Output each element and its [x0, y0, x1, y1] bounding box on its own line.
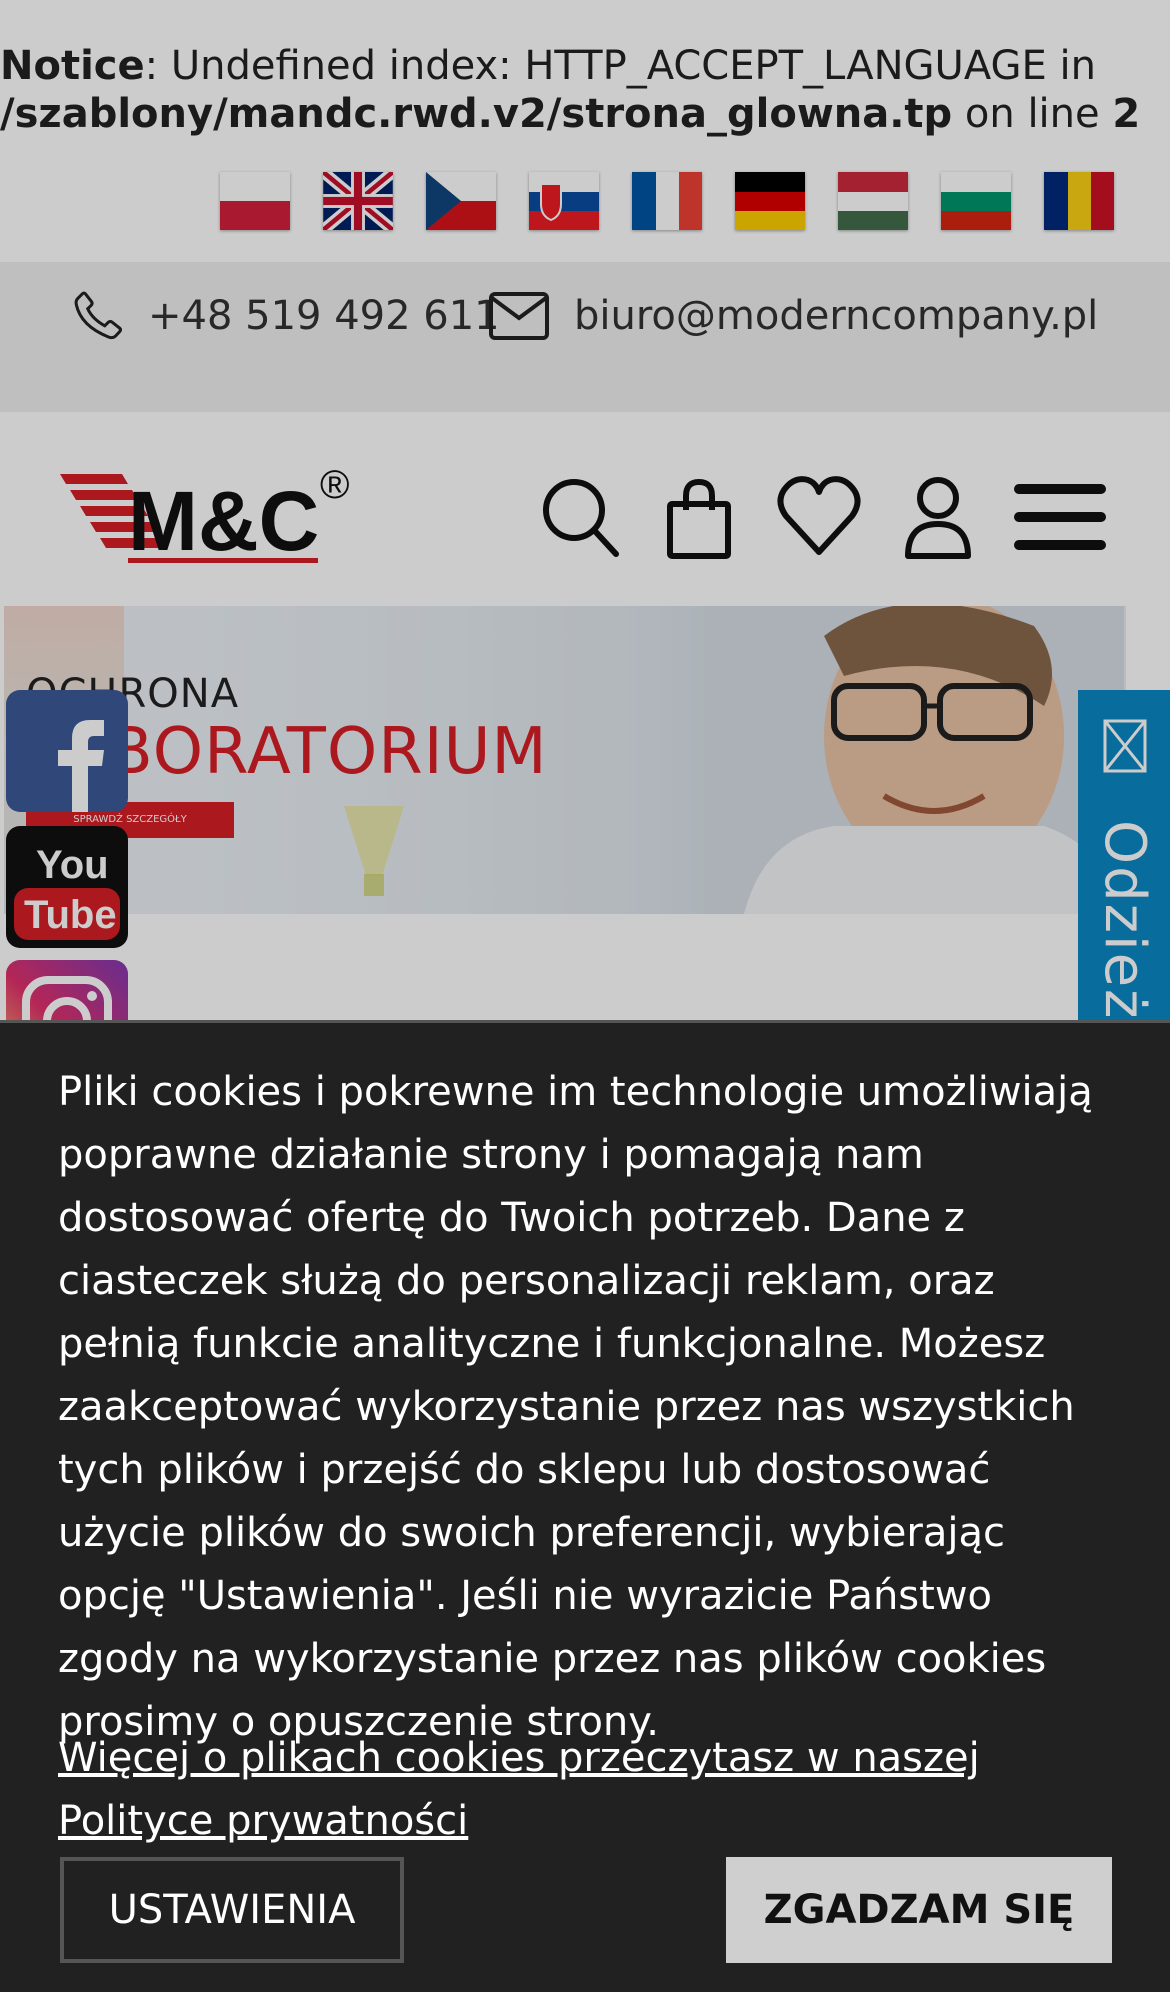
ro-flag-icon[interactable]: [1044, 172, 1114, 230]
cz-flag-icon[interactable]: [426, 172, 496, 230]
hero-banner[interactable]: OCHRONA LABORATORIUM SPRAWDŹ SZCZEGÓŁY: [4, 606, 1126, 914]
contact-bar: +48 519 492 611 biuro@moderncompany.pl: [0, 262, 1170, 412]
notice-line-number: 2: [1112, 91, 1141, 137]
agree-button[interactable]: ZGADZAM SIĘ: [726, 1857, 1112, 1963]
notice-text2: on line: [952, 91, 1113, 137]
menu-icon[interactable]: [1012, 470, 1108, 562]
notice-label: Notice: [0, 43, 145, 89]
pl-flag-icon[interactable]: [220, 172, 290, 230]
language-selector: [220, 172, 1114, 230]
cart-icon[interactable]: [664, 470, 734, 562]
cookie-banner: Pliki cookies i pokrewne im technologie …: [0, 1020, 1170, 1992]
search-icon[interactable]: [540, 470, 620, 562]
logo[interactable]: M&C ®: [58, 462, 368, 572]
scientist-image: [704, 606, 1124, 914]
logo-text: M&C: [128, 474, 319, 568]
notice-path: /szablony/mandc.rwd.v2/strona_glowna.tp: [0, 91, 953, 137]
bg-flag-icon[interactable]: [941, 172, 1011, 230]
fr-flag-icon[interactable]: [632, 172, 702, 230]
uk-flag-icon[interactable]: [323, 172, 393, 230]
close-icon[interactable]: [1102, 718, 1148, 774]
settings-button[interactable]: USTAWIENIA: [60, 1857, 404, 1963]
phone-icon: [74, 291, 123, 340]
page: Notice: Undefined index: HTTP_ACCEPT_LAN…: [0, 0, 1170, 1992]
facebook-icon[interactable]: [6, 690, 128, 812]
notice-line2: /szablony/mandc.rwd.v2/strona_glowna.tp …: [0, 90, 1170, 138]
site-header: M&C ®: [0, 412, 1170, 606]
youtube-icon[interactable]: You Tube: [6, 826, 128, 948]
cookie-message: Pliki cookies i pokrewne im technologie …: [58, 1069, 1093, 1745]
notice-text: : Undefined index: HTTP_ACCEPT_LANGUAGE …: [144, 43, 1096, 89]
mail-icon: [489, 292, 549, 340]
svg-text:You: You: [36, 843, 109, 887]
hu-flag-icon[interactable]: [838, 172, 908, 230]
de-flag-icon[interactable]: [735, 172, 805, 230]
heart-icon[interactable]: [776, 470, 862, 562]
logo-mark: ®: [320, 463, 349, 507]
flask-image: [344, 806, 404, 896]
privacy-policy-link[interactable]: Więcej o plikach cookies przeczytasz w n…: [58, 1727, 1118, 1853]
sk-flag-icon[interactable]: [529, 172, 599, 230]
phone-number[interactable]: +48 519 492 611: [148, 292, 500, 340]
php-notice: Notice: Undefined index: HTTP_ACCEPT_LAN…: [0, 42, 1170, 138]
user-icon[interactable]: [902, 470, 974, 562]
svg-text:Tube: Tube: [24, 893, 117, 937]
email-address[interactable]: biuro@moderncompany.pl: [574, 292, 1098, 340]
